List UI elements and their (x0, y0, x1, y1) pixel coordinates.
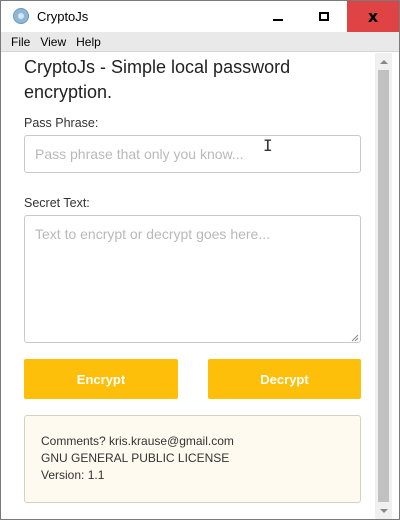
close-icon: x (367, 6, 379, 26)
decrypt-button[interactable]: Decrypt (208, 359, 361, 399)
vertical-scrollbar[interactable] (375, 53, 392, 519)
pass-phrase-label: Pass Phrase: (24, 116, 99, 130)
window-title: CryptoJs (37, 9, 89, 24)
maximize-icon (319, 12, 329, 21)
menu-help[interactable]: Help (71, 35, 106, 49)
encrypt-button[interactable]: Encrypt (24, 359, 178, 399)
scroll-up-button[interactable] (375, 53, 392, 70)
main-content: CryptoJs - Simple local password encrypt… (1, 53, 375, 519)
close-button[interactable]: x (347, 1, 399, 32)
license-text: GNU GENERAL PUBLIC LICENSE (41, 451, 230, 465)
info-panel: Comments? kris.krause@gmail.com GNU GENE… (24, 415, 361, 503)
pass-phrase-input[interactable] (24, 135, 361, 173)
menu-view[interactable]: View (35, 35, 71, 49)
secret-text-label: Secret Text: (24, 196, 90, 210)
menu-file[interactable]: File (6, 35, 35, 49)
scroll-thumb[interactable] (378, 70, 389, 502)
menu-bar: File View Help (1, 32, 399, 52)
arrow-up-icon (379, 59, 388, 64)
text-cursor-icon: I (263, 136, 273, 155)
title-bar[interactable]: CryptoJs x (1, 1, 399, 32)
comments-text: Comments? kris.krause@gmail.com (41, 434, 234, 448)
minimize-icon (273, 18, 283, 21)
secret-text-area[interactable] (24, 215, 361, 343)
version-text: Version: 1.1 (41, 468, 105, 482)
resize-grip-icon[interactable] (351, 334, 359, 342)
app-window: CryptoJs x File View Help CryptoJs - Sim… (0, 0, 400, 520)
page-title: CryptoJs - Simple local password encrypt… (24, 57, 291, 102)
arrow-down-icon (379, 508, 388, 513)
minimize-button[interactable] (255, 1, 301, 32)
scroll-down-button[interactable] (375, 502, 392, 519)
app-logo-icon (13, 8, 29, 24)
maximize-button[interactable] (301, 1, 347, 32)
